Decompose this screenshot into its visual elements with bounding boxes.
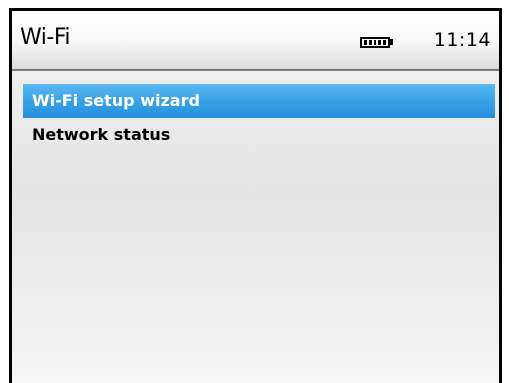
- device-frame: Wi-Fi 11:14 Wi-Fi setup wizard Network s…: [9, 8, 502, 383]
- menu-list: Wi-Fi setup wizard Network status: [12, 71, 499, 383]
- clock: 11:14: [433, 29, 491, 51]
- menu-item-wifi-setup-wizard[interactable]: Wi-Fi setup wizard: [23, 84, 495, 118]
- screen: Wi-Fi 11:14 Wi-Fi setup wizard Network s…: [12, 11, 499, 383]
- page-title: Wi-Fi: [20, 25, 71, 50]
- header-bar: Wi-Fi 11:14: [12, 11, 499, 71]
- battery-full-icon: [360, 36, 396, 48]
- menu-item-network-status[interactable]: Network status: [23, 118, 495, 152]
